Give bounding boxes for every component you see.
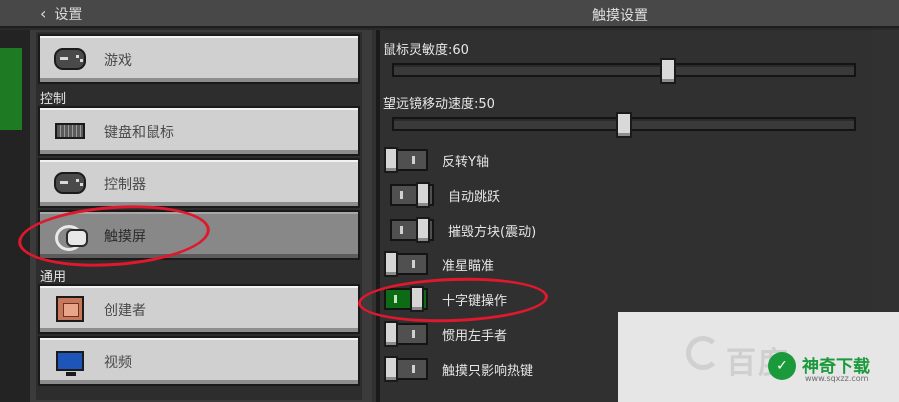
toggle-label: 惯用左手者 bbox=[442, 328, 508, 344]
watermark-badge-icon: ✓ bbox=[768, 352, 796, 380]
sidebar-item-touchscreen[interactable]: 触摸屏 bbox=[38, 210, 360, 260]
sidebar-item-label: 视频 bbox=[104, 355, 132, 371]
section-label-general: 通用 bbox=[40, 270, 67, 285]
keyboard-icon bbox=[52, 117, 88, 145]
crosshair-aim-toggle[interactable] bbox=[384, 251, 428, 277]
creator-icon bbox=[52, 295, 88, 323]
setting-auto-jump: 自动跳跃 bbox=[390, 182, 500, 208]
monitor-icon bbox=[52, 347, 88, 376]
left-edge-accent bbox=[0, 48, 22, 130]
slider-thumb[interactable] bbox=[616, 112, 632, 138]
setting-left-handed: 惯用左手者 bbox=[384, 321, 507, 347]
toggle-label: 自动跳跃 bbox=[448, 189, 501, 205]
setting-destroy-block-vibration: 摧毁方块(震动) bbox=[390, 217, 536, 243]
toggle-label: 十字键操作 bbox=[442, 293, 508, 309]
sidebar-item-label: 游戏 bbox=[104, 53, 132, 69]
chevron-left-icon: ‹ bbox=[40, 4, 47, 23]
back-button[interactable]: ‹ 设置 bbox=[40, 4, 82, 24]
touch-hotbar-only-toggle[interactable] bbox=[384, 356, 428, 382]
touch-icon bbox=[52, 221, 88, 251]
sidebar-item-controller[interactable]: 控制器 bbox=[38, 158, 360, 208]
invert-y-toggle[interactable] bbox=[384, 147, 428, 173]
watermark-logo-icon bbox=[686, 336, 720, 370]
spyglass-speed-label: 望远镜移动速度:50 bbox=[383, 97, 495, 112]
slider-thumb[interactable] bbox=[660, 58, 677, 84]
destroy-block-vibration-toggle[interactable] bbox=[390, 217, 434, 243]
sidebar-item-game[interactable]: 游戏 bbox=[38, 34, 360, 84]
spyglass-speed-slider[interactable] bbox=[392, 112, 856, 138]
sidebar-item-keyboard-mouse[interactable]: 键盘和鼠标 bbox=[38, 106, 360, 156]
toggle-label: 触摸只影响热键 bbox=[442, 363, 534, 379]
watermark-url: www.sqxzz.com bbox=[805, 374, 869, 383]
mouse-sensitivity-label: 鼠标灵敏度:60 bbox=[383, 43, 469, 58]
sidebar-item-label: 控制器 bbox=[104, 177, 146, 193]
section-label-controls: 控制 bbox=[40, 92, 67, 107]
sidebar-item-label: 键盘和鼠标 bbox=[104, 125, 174, 141]
toggle-label: 反转Y轴 bbox=[442, 154, 489, 170]
sidebar-item-label: 触摸屏 bbox=[104, 229, 146, 245]
toggle-label: 摧毁方块(震动) bbox=[448, 224, 537, 240]
setting-crosshair-aim: 准星瞄准 bbox=[384, 251, 494, 277]
dpad-controls-toggle[interactable] bbox=[384, 286, 428, 312]
mouse-sensitivity-slider[interactable] bbox=[392, 58, 856, 84]
page-title: 触摸设置 bbox=[592, 8, 648, 24]
top-bar: ‹ 设置 触摸设置 bbox=[0, 0, 899, 28]
left-handed-toggle[interactable] bbox=[384, 321, 428, 347]
sidebar-item-label: 创建者 bbox=[104, 303, 146, 319]
sidebar-item-creator[interactable]: 创建者 bbox=[38, 284, 360, 334]
auto-jump-toggle[interactable] bbox=[390, 182, 434, 208]
sidebar-item-video[interactable]: 视频 bbox=[38, 336, 360, 386]
gamepad-icon bbox=[52, 45, 88, 73]
toggle-label: 准星瞄准 bbox=[442, 258, 495, 274]
setting-touch-hotbar-only: 触摸只影响热键 bbox=[384, 356, 533, 382]
controller-icon bbox=[52, 169, 88, 197]
setting-dpad-controls: 十字键操作 bbox=[384, 286, 507, 312]
back-label: 设置 bbox=[54, 7, 83, 23]
setting-invert-y: 反转Y轴 bbox=[384, 147, 489, 173]
